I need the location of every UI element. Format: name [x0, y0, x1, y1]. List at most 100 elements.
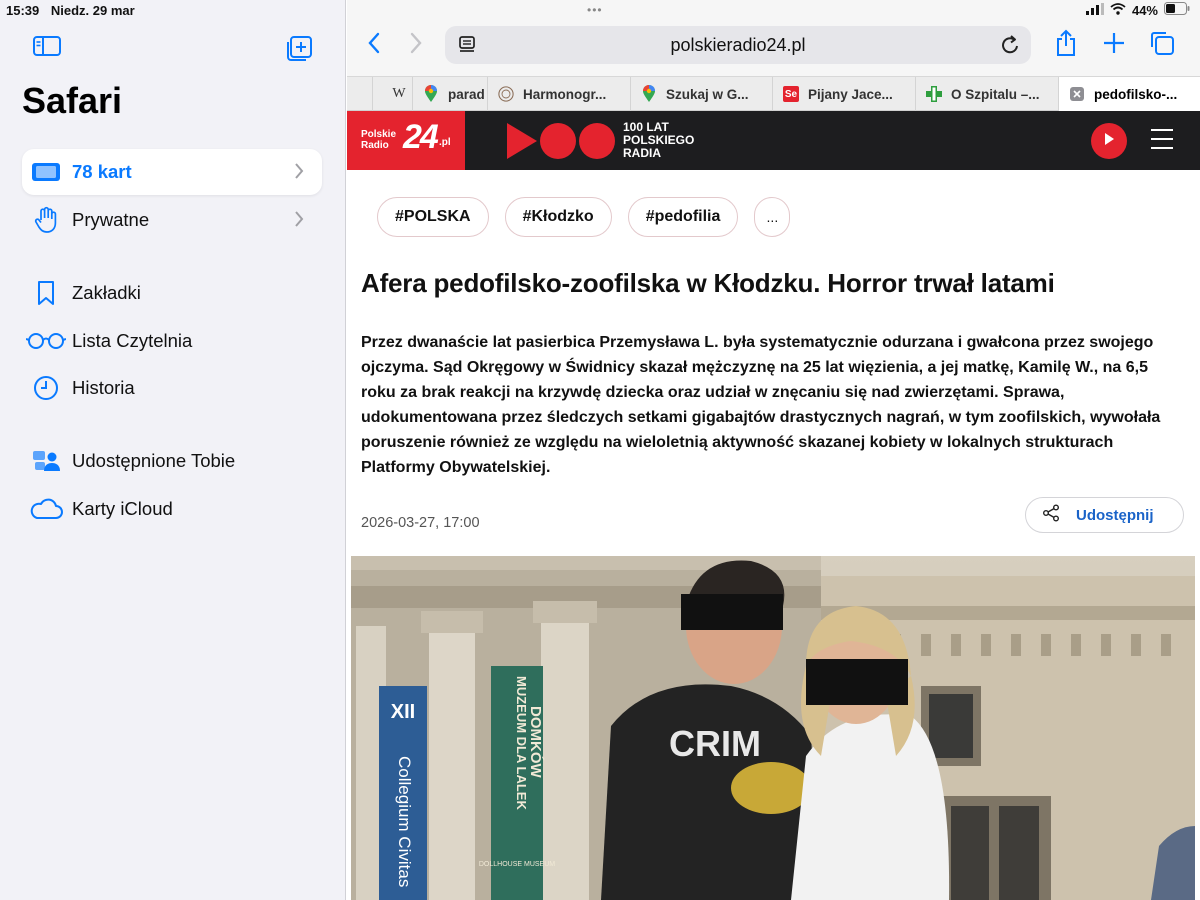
tab-wikipedia[interactable]: W [373, 77, 413, 111]
sidebar-item-label: Zakładki [72, 282, 141, 303]
shared-icon [26, 449, 66, 473]
face-censor-bar [681, 594, 783, 630]
tab-parad[interactable]: parad [413, 77, 488, 111]
sidebar-item-tabs[interactable]: 78 kart [22, 149, 322, 195]
chevron-right-icon [409, 32, 423, 59]
tab-overview-icon [1149, 30, 1175, 61]
share-article-button[interactable]: Udostępnij [1025, 497, 1184, 533]
reload-icon[interactable] [1001, 34, 1021, 61]
article-date: 2026-03-27, 17:00 [361, 515, 480, 531]
cloud-icon [26, 498, 66, 520]
sidebar-item-reading-list[interactable]: Lista Czytelnia [22, 318, 322, 364]
status-bar-right: 44% [1085, 2, 1190, 18]
chevron-left-icon [367, 32, 381, 59]
tag-pedofilia[interactable]: #pedofilia [627, 197, 739, 237]
logo-suffix: .pl [439, 137, 451, 148]
sidebar-item-shared[interactable]: Udostępnione Tobie [22, 438, 322, 484]
back-button[interactable] [361, 30, 387, 60]
banner-dollhouse: DOLLHOUSE MUSEUM [479, 861, 555, 868]
tab-active[interactable]: pedofilsko-... [1059, 77, 1200, 111]
sidebar-item-private[interactable]: Prywatne [22, 197, 322, 243]
banner-muzeum: MUZEUM DLA LALEK [514, 676, 529, 810]
tab-label: Szukaj w G... [666, 86, 749, 102]
maps-icon [641, 85, 657, 102]
page-menu-icon[interactable] [457, 35, 477, 60]
sidebar-item-label: Karty iCloud [72, 498, 173, 519]
battery-icon [1164, 2, 1190, 18]
face-censor-bar [806, 659, 908, 705]
article-photo[interactable]: XII Collegium Civitas MUZEUM DLA LALEK D… [351, 556, 1195, 900]
tab-label: O Szpitalu –... [951, 86, 1040, 102]
sidebar-item-icloud-tabs[interactable]: Karty iCloud [22, 486, 322, 532]
tag-more-button[interactable]: ... [754, 197, 791, 237]
tab-pijany[interactable]: Se Pijany Jace... [773, 77, 916, 111]
signal-icon [1085, 2, 1104, 18]
logo-number: 24 [403, 118, 439, 156]
photo-illustration: XII Collegium Civitas MUZEUM DLA LALEK D… [351, 556, 1195, 900]
sidebar-item-label: Historia [72, 377, 135, 398]
article-tags: #POLSKA #Kłodzko #pedofilia ... [377, 197, 791, 237]
tab-szukaj[interactable]: Szukaj w G... [631, 77, 773, 111]
share-label: Udostępnij [1076, 506, 1154, 524]
hand-icon [26, 206, 66, 234]
multitasking-dots[interactable]: ••• [587, 3, 603, 17]
site-header: Polskie Radio 24 .pl 100 LAT POLSKIEGO R… [347, 111, 1200, 170]
wikipedia-icon: W [392, 86, 406, 101]
chevron-right-icon [294, 162, 304, 185]
tab-label: pedofilsko-... [1094, 86, 1178, 102]
menu-icon[interactable] [1151, 129, 1173, 156]
plus-icon [1103, 32, 1125, 59]
sidebar-item-history[interactable]: Historia [22, 365, 322, 411]
share-nodes-icon [1042, 504, 1060, 527]
forward-button[interactable] [403, 30, 429, 60]
tab-harmonogram[interactable]: Harmonogr... [488, 77, 631, 111]
glasses-icon [26, 332, 66, 350]
tab-bar: W parad Harmonogr... Szukaj w G... Se Pi… [347, 76, 1200, 111]
play-icon [1103, 132, 1115, 151]
sidebar-item-bookmarks[interactable]: Zakładki [22, 270, 322, 316]
banner-domkow: DOMKÓW [527, 706, 545, 778]
battery-percent: 44% [1131, 2, 1158, 18]
new-tab-group-icon[interactable] [284, 34, 314, 62]
article-lead: Przez dwanaście lat pasierbica Przemysła… [361, 334, 1161, 476]
logo-small-text: Polskie Radio [361, 129, 397, 151]
tab-szpital[interactable]: O Szpitalu –... [916, 77, 1059, 111]
clock-icon [26, 375, 66, 401]
live-play-button[interactable] [1091, 123, 1127, 159]
tab-label: Pijany Jace... [808, 86, 893, 102]
anniversary-logo-icon [507, 121, 617, 166]
close-tab-icon[interactable] [1069, 86, 1085, 102]
banner-collegium: Collegium Civitas [395, 756, 414, 887]
wifi-icon [1110, 2, 1126, 18]
status-time: 15:39 [6, 3, 40, 18]
se-icon: Se [783, 86, 799, 102]
tag-polska[interactable]: #POLSKA [377, 197, 489, 237]
status-date: Niedz. 29 mar [50, 3, 135, 18]
tab-overflow-left[interactable] [347, 77, 373, 111]
bookmark-icon [26, 280, 66, 306]
tag-klodzko[interactable]: #Kłodzko [504, 197, 612, 237]
shirt-print: CRIM [669, 723, 761, 764]
url-text[interactable]: polskieradio24.pl [445, 35, 1031, 56]
share-button[interactable] [1051, 29, 1081, 60]
tab-label: parad [448, 86, 485, 102]
banner-xii: XII [391, 701, 415, 723]
new-tab-button[interactable] [1099, 30, 1129, 60]
sidebar-item-label: Prywatne [72, 209, 150, 230]
browser-main: ••• 44% polskieradio24.pl W parad Harmon… [347, 0, 1200, 900]
maps-icon [423, 85, 439, 102]
status-bar-left: 15:39 Niedz. 29 mar [6, 3, 143, 18]
sidebar: 15:39 Niedz. 29 mar Safari 78 kart Prywa… [0, 0, 346, 900]
tab-label: Harmonogr... [523, 86, 607, 102]
sidebar-item-label: Udostępnione Tobie [72, 450, 236, 471]
address-bar[interactable]: polskieradio24.pl [445, 26, 1031, 64]
browser-toolbar: ••• 44% polskieradio24.pl [347, 0, 1200, 76]
anniversary-text: 100 LAT POLSKIEGO RADIA [623, 120, 695, 160]
cross-icon [926, 86, 942, 102]
seal-icon [498, 86, 514, 102]
tab-overview-button[interactable] [1147, 30, 1177, 60]
sidebar-toggle-icon[interactable] [32, 34, 62, 62]
chevron-right-icon [294, 210, 304, 233]
article-headline: Afera pedofilsko-zoofilska w Kłodzku. Ho… [361, 268, 1055, 298]
polskie-radio-logo[interactable]: Polskie Radio 24 .pl [347, 111, 465, 170]
